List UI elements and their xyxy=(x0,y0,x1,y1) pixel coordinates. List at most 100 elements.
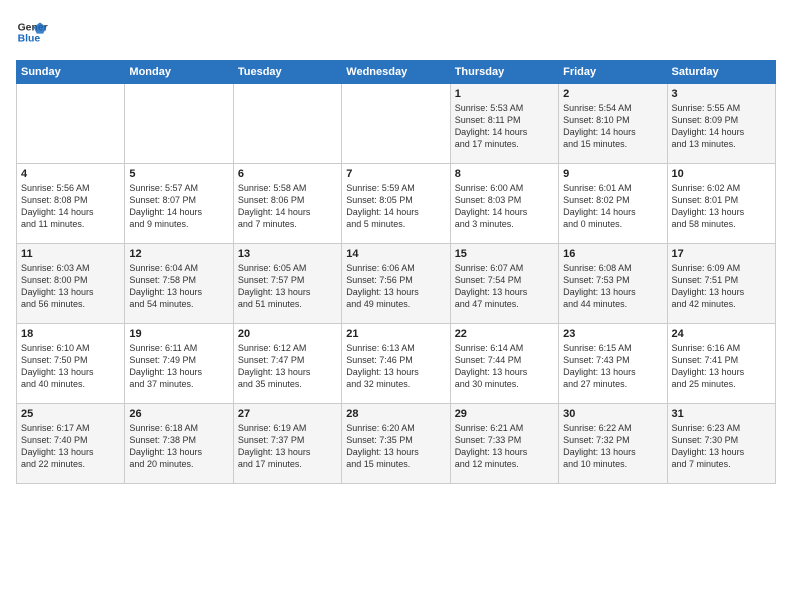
calendar-cell: 29 Sunrise: 6:21 AM Sunset: 7:33 PM Dayli… xyxy=(450,404,558,484)
day-number: 16 xyxy=(563,248,662,260)
calendar-cell: 6Sunrise: 5:58 AM Sunset: 8:06 PM Daylig… xyxy=(233,164,341,244)
cell-content: Sunrise: 6:20 AM Sunset: 7:35 PM Dayligh… xyxy=(346,422,445,471)
logo-icon: General Blue xyxy=(16,16,48,48)
cell-content: Sunrise: 6:13 AM Sunset: 7:46 PM Dayligh… xyxy=(346,342,445,391)
calendar-cell xyxy=(17,84,125,164)
calendar-cell: 9Sunrise: 6:01 AM Sunset: 8:02 PM Daylig… xyxy=(559,164,667,244)
calendar-cell: 5Sunrise: 5:57 AM Sunset: 8:07 PM Daylig… xyxy=(125,164,233,244)
cell-content: Sunrise: 6:06 AM Sunset: 7:56 PM Dayligh… xyxy=(346,262,445,311)
calendar-cell: 19 Sunrise: 6:11 AM Sunset: 7:49 PM Dayli… xyxy=(125,324,233,404)
day-number: 9 xyxy=(563,168,662,180)
day-number: 20 xyxy=(238,328,337,340)
day-number: 5 xyxy=(129,168,228,180)
day-number: 22 xyxy=(455,328,554,340)
cell-content: Sunrise: 6:08 AM Sunset: 7:53 PM Dayligh… xyxy=(563,262,662,311)
day-number: 24 xyxy=(672,328,771,340)
cell-content: Sunrise: 6:15 AM Sunset: 7:43 PM Dayligh… xyxy=(563,342,662,391)
day-number: 15 xyxy=(455,248,554,260)
day-number: 8 xyxy=(455,168,554,180)
day-header-wednesday: Wednesday xyxy=(342,61,450,84)
week-row-2: 4 Sunrise: 5:56 AM Sunset: 8:08 PM Daylig… xyxy=(17,164,776,244)
cell-content: Sunrise: 6:22 AM Sunset: 7:32 PM Dayligh… xyxy=(563,422,662,471)
day-number: 7 xyxy=(346,168,445,180)
cell-content: Sunrise: 6:11 AM Sunset: 7:49 PM Dayligh… xyxy=(129,342,228,391)
calendar-cell: 4 Sunrise: 5:56 AM Sunset: 8:08 PM Daylig… xyxy=(17,164,125,244)
cell-content: Sunrise: 6:16 AM Sunset: 7:41 PM Dayligh… xyxy=(672,342,771,391)
calendar-cell: 25 Sunrise: 6:17 AM Sunset: 7:40 PM Dayli… xyxy=(17,404,125,484)
calendar-cell: 31 Sunrise: 6:23 AM Sunset: 7:30 PM Dayli… xyxy=(667,404,775,484)
cell-content: Sunrise: 6:02 AM Sunset: 8:01 PM Dayligh… xyxy=(672,182,771,231)
day-header-saturday: Saturday xyxy=(667,61,775,84)
calendar-cell: 2Sunrise: 5:54 AM Sunset: 8:10 PM Daylig… xyxy=(559,84,667,164)
calendar-cell: 27 Sunrise: 6:19 AM Sunset: 7:37 PM Dayli… xyxy=(233,404,341,484)
week-row-5: 25 Sunrise: 6:17 AM Sunset: 7:40 PM Dayli… xyxy=(17,404,776,484)
calendar-cell: 28 Sunrise: 6:20 AM Sunset: 7:35 PM Dayli… xyxy=(342,404,450,484)
day-number: 4 xyxy=(21,168,120,180)
week-row-3: 11 Sunrise: 6:03 AM Sunset: 8:00 PM Dayli… xyxy=(17,244,776,324)
day-number: 31 xyxy=(672,408,771,420)
day-number: 18 xyxy=(21,328,120,340)
cell-content: Sunrise: 6:17 AM Sunset: 7:40 PM Dayligh… xyxy=(21,422,120,471)
cell-content: Sunrise: 6:12 AM Sunset: 7:47 PM Dayligh… xyxy=(238,342,337,391)
cell-content: Sunrise: 6:23 AM Sunset: 7:30 PM Dayligh… xyxy=(672,422,771,471)
calendar-cell: 17 Sunrise: 6:09 AM Sunset: 7:51 PM Dayli… xyxy=(667,244,775,324)
week-row-1: 1 Sunrise: 5:53 AM Sunset: 8:11 PM Daylig… xyxy=(17,84,776,164)
header-row: SundayMondayTuesdayWednesdayThursdayFrid… xyxy=(17,61,776,84)
calendar-cell: 21 Sunrise: 6:13 AM Sunset: 7:46 PM Dayli… xyxy=(342,324,450,404)
calendar-cell xyxy=(233,84,341,164)
cell-content: Sunrise: 6:00 AM Sunset: 8:03 PM Dayligh… xyxy=(455,182,554,231)
day-number: 1 xyxy=(455,88,554,100)
day-number: 25 xyxy=(21,408,120,420)
calendar-cell: 7 Sunrise: 5:59 AM Sunset: 8:05 PM Daylig… xyxy=(342,164,450,244)
cell-content: Sunrise: 6:18 AM Sunset: 7:38 PM Dayligh… xyxy=(129,422,228,471)
calendar-cell: 1 Sunrise: 5:53 AM Sunset: 8:11 PM Daylig… xyxy=(450,84,558,164)
calendar-cell: 3 Sunrise: 5:55 AM Sunset: 8:09 PM Daylig… xyxy=(667,84,775,164)
header: General Blue xyxy=(16,16,776,48)
calendar-cell: 14Sunrise: 6:06 AM Sunset: 7:56 PM Dayli… xyxy=(342,244,450,324)
day-number: 28 xyxy=(346,408,445,420)
cell-content: Sunrise: 6:03 AM Sunset: 8:00 PM Dayligh… xyxy=(21,262,120,311)
calendar-cell: 24 Sunrise: 6:16 AM Sunset: 7:41 PM Dayli… xyxy=(667,324,775,404)
calendar-table: SundayMondayTuesdayWednesdayThursdayFrid… xyxy=(16,60,776,484)
cell-content: Sunrise: 5:54 AM Sunset: 8:10 PM Dayligh… xyxy=(563,102,662,151)
calendar-cell: 26 Sunrise: 6:18 AM Sunset: 7:38 PM Dayli… xyxy=(125,404,233,484)
day-number: 19 xyxy=(129,328,228,340)
calendar-cell xyxy=(125,84,233,164)
day-header-thursday: Thursday xyxy=(450,61,558,84)
day-number: 13 xyxy=(238,248,337,260)
cell-content: Sunrise: 6:09 AM Sunset: 7:51 PM Dayligh… xyxy=(672,262,771,311)
calendar-cell: 12Sunrise: 6:04 AM Sunset: 7:58 PM Dayli… xyxy=(125,244,233,324)
calendar-cell: 22Sunrise: 6:14 AM Sunset: 7:44 PM Dayli… xyxy=(450,324,558,404)
day-number: 10 xyxy=(672,168,771,180)
logo: General Blue xyxy=(16,16,48,48)
cell-content: Sunrise: 5:58 AM Sunset: 8:06 PM Dayligh… xyxy=(238,182,337,231)
calendar-cell: 30 Sunrise: 6:22 AM Sunset: 7:32 PM Dayli… xyxy=(559,404,667,484)
calendar-cell: 18Sunrise: 6:10 AM Sunset: 7:50 PM Dayli… xyxy=(17,324,125,404)
day-number: 30 xyxy=(563,408,662,420)
day-header-tuesday: Tuesday xyxy=(233,61,341,84)
cell-content: Sunrise: 5:56 AM Sunset: 8:08 PM Dayligh… xyxy=(21,182,120,231)
calendar-cell: 11 Sunrise: 6:03 AM Sunset: 8:00 PM Dayli… xyxy=(17,244,125,324)
day-number: 27 xyxy=(238,408,337,420)
cell-content: Sunrise: 6:21 AM Sunset: 7:33 PM Dayligh… xyxy=(455,422,554,471)
cell-content: Sunrise: 5:59 AM Sunset: 8:05 PM Dayligh… xyxy=(346,182,445,231)
day-number: 26 xyxy=(129,408,228,420)
day-number: 11 xyxy=(21,248,120,260)
day-number: 29 xyxy=(455,408,554,420)
calendar-cell: 23 Sunrise: 6:15 AM Sunset: 7:43 PM Dayli… xyxy=(559,324,667,404)
calendar-cell: 8 Sunrise: 6:00 AM Sunset: 8:03 PM Daylig… xyxy=(450,164,558,244)
day-number: 23 xyxy=(563,328,662,340)
cell-content: Sunrise: 6:05 AM Sunset: 7:57 PM Dayligh… xyxy=(238,262,337,311)
calendar-cell: 13 Sunrise: 6:05 AM Sunset: 7:57 PM Dayli… xyxy=(233,244,341,324)
day-number: 21 xyxy=(346,328,445,340)
cell-content: Sunrise: 5:53 AM Sunset: 8:11 PM Dayligh… xyxy=(455,102,554,151)
day-number: 17 xyxy=(672,248,771,260)
day-number: 12 xyxy=(129,248,228,260)
calendar-cell: 10 Sunrise: 6:02 AM Sunset: 8:01 PM Dayli… xyxy=(667,164,775,244)
cell-content: Sunrise: 6:19 AM Sunset: 7:37 PM Dayligh… xyxy=(238,422,337,471)
cell-content: Sunrise: 5:55 AM Sunset: 8:09 PM Dayligh… xyxy=(672,102,771,151)
calendar-cell: 15Sunrise: 6:07 AM Sunset: 7:54 PM Dayli… xyxy=(450,244,558,324)
calendar-cell xyxy=(342,84,450,164)
day-header-monday: Monday xyxy=(125,61,233,84)
day-number: 3 xyxy=(672,88,771,100)
